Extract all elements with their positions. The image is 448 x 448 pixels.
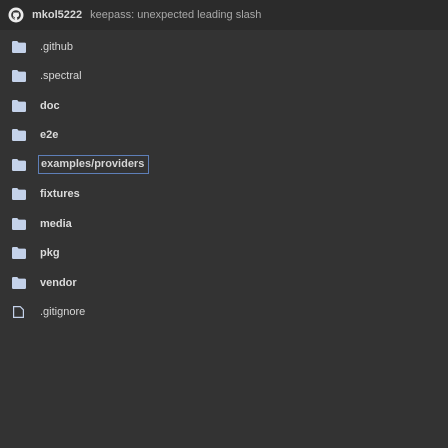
repository-file-browser: mkol5222 keepass: unexpected leading sla… bbox=[0, 0, 448, 448]
file-name[interactable]: media bbox=[40, 218, 72, 230]
list-item[interactable]: .gitignore bbox=[0, 298, 448, 328]
file-name[interactable]: doc bbox=[40, 100, 60, 112]
folder-icon bbox=[12, 158, 26, 171]
folder-icon bbox=[12, 247, 26, 260]
list-item[interactable]: examples/providers bbox=[0, 150, 448, 180]
folder-icon bbox=[12, 129, 26, 142]
file-name[interactable]: .spectral bbox=[40, 70, 82, 82]
folder-icon bbox=[12, 188, 26, 201]
file-name[interactable]: vendor bbox=[40, 277, 77, 289]
file-name[interactable]: e2e bbox=[40, 129, 58, 141]
list-item[interactable]: .github bbox=[0, 32, 448, 62]
latest-commit-bar: mkol5222 keepass: unexpected leading sla… bbox=[0, 0, 448, 30]
folder-icon bbox=[12, 99, 26, 112]
list-item[interactable]: e2e bbox=[0, 121, 448, 151]
github-avatar-icon[interactable] bbox=[8, 7, 24, 23]
list-item[interactable]: fixtures bbox=[0, 180, 448, 210]
file-name[interactable]: examples/providers bbox=[38, 155, 150, 175]
list-item[interactable]: doc bbox=[0, 91, 448, 121]
list-item[interactable]: vendor bbox=[0, 268, 448, 298]
list-item[interactable]: media bbox=[0, 209, 448, 239]
file-icon bbox=[13, 306, 24, 319]
folder-icon bbox=[12, 40, 26, 53]
folder-icon bbox=[12, 70, 26, 83]
file-list: .github .spectral doc e2e examples/provi… bbox=[0, 30, 448, 327]
file-name[interactable]: fixtures bbox=[40, 188, 80, 200]
folder-icon bbox=[12, 276, 26, 289]
file-name[interactable]: .github bbox=[40, 41, 73, 53]
list-item[interactable]: pkg bbox=[0, 239, 448, 269]
file-name[interactable]: .gitignore bbox=[40, 306, 85, 318]
commit-author[interactable]: mkol5222 bbox=[32, 9, 82, 21]
commit-message[interactable]: keepass: unexpected leading slash bbox=[90, 9, 261, 21]
folder-icon bbox=[12, 217, 26, 230]
list-item[interactable]: .spectral bbox=[0, 62, 448, 92]
file-name[interactable]: pkg bbox=[40, 247, 60, 259]
